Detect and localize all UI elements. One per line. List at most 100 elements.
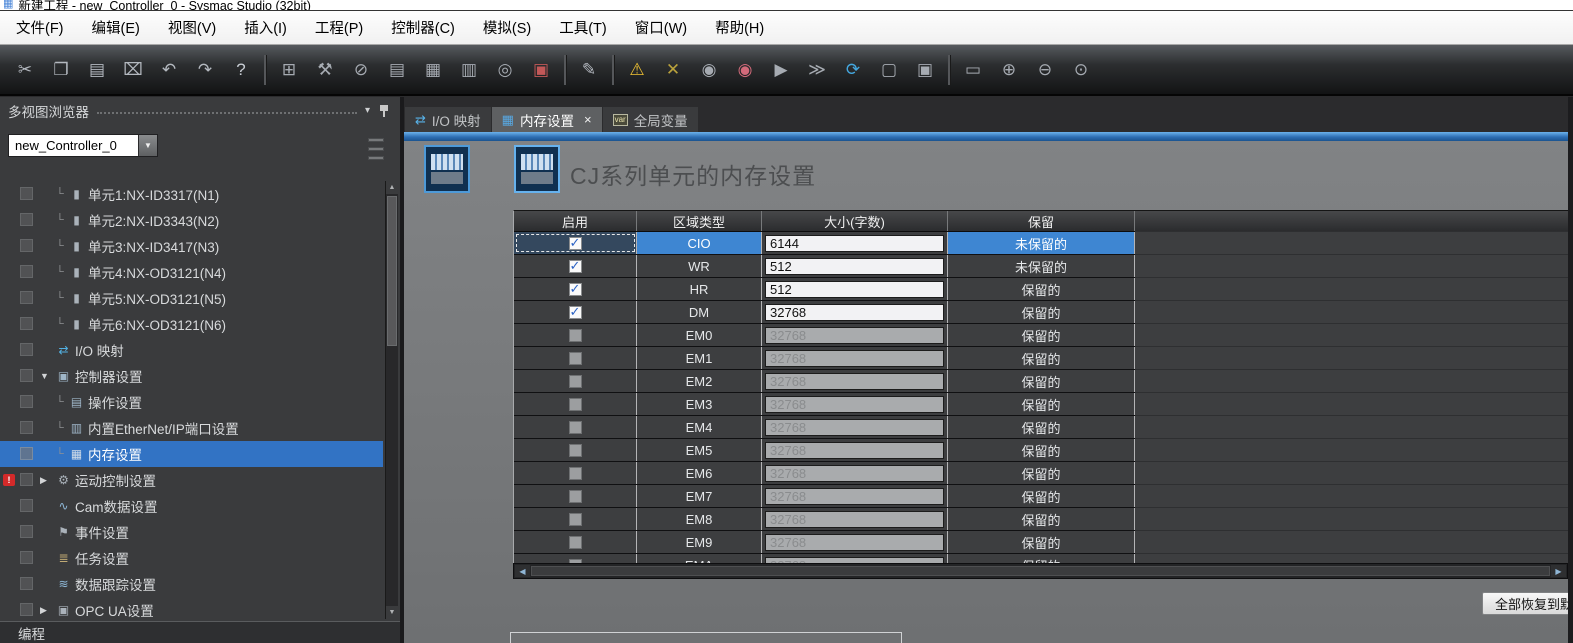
table-row[interactable]: EM1 保留的 <box>514 347 1568 370</box>
scroll-up-icon[interactable]: ▲ <box>386 181 398 194</box>
enable-cell[interactable] <box>514 462 637 484</box>
enable-cell[interactable] <box>514 278 637 300</box>
toolbar-button[interactable]: ⊙ <box>1068 57 1094 83</box>
tab-memory-settings[interactable]: ▦ 内存设置 × <box>492 107 602 132</box>
enable-checkbox[interactable] <box>569 306 582 319</box>
tree-item[interactable]: ! └ ▦ 内存设置 <box>0 441 383 467</box>
tree-item[interactable]: ! └ ▤ 操作设置 <box>0 389 383 415</box>
size-input[interactable] <box>765 396 944 413</box>
size-input[interactable] <box>765 465 944 482</box>
menu-item[interactable]: 模拟(S) <box>469 11 545 44</box>
table-horizontal-scrollbar[interactable]: ◀ ▶ <box>513 563 1568 579</box>
tree-item[interactable]: ! └ ▮ 单元1:NX-ID3317(N1) <box>0 181 383 207</box>
panel-grip[interactable] <box>368 134 384 172</box>
enable-cell[interactable] <box>514 232 637 254</box>
size-input[interactable] <box>765 350 944 367</box>
tab-io-map[interactable]: ⇄ I/O 映射 <box>405 107 491 132</box>
size-input[interactable] <box>765 235 944 252</box>
toolbar-button[interactable]: ▣ <box>912 57 938 83</box>
tree-item[interactable]: ! ▶ └ ▣ OPC UA设置 <box>0 597 383 620</box>
tree-item[interactable]: ! └ ▮ 单元4:NX-OD3121(N4) <box>0 259 383 285</box>
panel-menu-icon[interactable]: ▾ <box>365 105 370 116</box>
enable-checkbox[interactable] <box>569 375 582 388</box>
scrollbar-thumb[interactable] <box>531 566 1550 576</box>
enable-cell[interactable] <box>514 439 637 461</box>
tree-item[interactable]: ! └ ∿ Cam数据设置 <box>0 493 383 519</box>
programming-section-bar[interactable]: 编程 <box>0 621 400 643</box>
toolbar-button[interactable]: ✂ <box>12 57 38 83</box>
table-row[interactable]: EM8 保留的 <box>514 508 1568 531</box>
tree-item[interactable]: ! └ ▮ 单元6:NX-OD3121(N6) <box>0 311 383 337</box>
enable-cell[interactable] <box>514 416 637 438</box>
menu-item[interactable]: 窗口(W) <box>621 11 701 44</box>
toolbar-button[interactable]: ⚒ <box>312 57 338 83</box>
toolbar-button[interactable]: ▣ <box>528 57 554 83</box>
tree-item[interactable]: ! └ ▮ 单元2:NX-ID3343(N2) <box>0 207 383 233</box>
enable-checkbox[interactable] <box>569 513 582 526</box>
menu-item[interactable]: 文件(F) <box>2 11 78 44</box>
table-row[interactable]: EM0 保留的 <box>514 324 1568 347</box>
tree-item[interactable]: ! ▼ └ ▣ 控制器设置 <box>0 363 383 389</box>
size-input[interactable] <box>765 327 944 344</box>
menu-item[interactable]: 帮助(H) <box>701 11 778 44</box>
chevron-right-icon[interactable]: ▶ <box>40 605 55 616</box>
enable-checkbox[interactable] <box>569 260 582 273</box>
table-row[interactable]: EM4 保留的 <box>514 416 1568 439</box>
scrollbar-thumb[interactable] <box>387 196 397 346</box>
chevron-down-icon[interactable]: ▼ <box>138 135 157 156</box>
toolbar-button[interactable]: ▢ <box>876 57 902 83</box>
table-row[interactable]: EM2 保留的 <box>514 370 1568 393</box>
tree-item[interactable]: ! └ ⚑ 事件设置 <box>0 519 383 545</box>
pin-icon[interactable] <box>378 104 390 118</box>
enable-checkbox[interactable] <box>569 490 582 503</box>
toolbar-button[interactable]: ⊖ <box>1032 57 1058 83</box>
enable-checkbox[interactable] <box>569 237 582 250</box>
size-input[interactable] <box>765 442 944 459</box>
enable-checkbox[interactable] <box>569 329 582 342</box>
toolbar-button[interactable]: ▤ <box>384 57 410 83</box>
title-bar[interactable]: ▦ 新建工程 - new_Controller_0 - Sysmac Studi… <box>0 0 1573 11</box>
toolbar-button[interactable]: ↷ <box>192 57 218 83</box>
enable-cell[interactable] <box>514 531 637 553</box>
controller-select-dropdown[interactable]: new_Controller_0 ▼ <box>8 134 158 157</box>
enable-cell[interactable] <box>514 393 637 415</box>
toolbar-button[interactable]: ⊞ <box>276 57 302 83</box>
tree-item[interactable]: ! └ ▮ 单元3:NX-ID3417(N3) <box>0 233 383 259</box>
toolbar-button[interactable]: ⊘ <box>348 57 374 83</box>
enable-checkbox[interactable] <box>569 421 582 434</box>
enable-checkbox[interactable] <box>569 444 582 457</box>
enable-cell[interactable] <box>514 347 637 369</box>
close-icon[interactable]: × <box>584 112 592 127</box>
enable-checkbox[interactable] <box>569 398 582 411</box>
enable-cell[interactable] <box>514 370 637 392</box>
table-row[interactable]: EM5 保留的 <box>514 439 1568 462</box>
toolbar-button[interactable]: ⊕ <box>996 57 1022 83</box>
toolbar-button[interactable]: ? <box>228 57 254 83</box>
enable-cell[interactable] <box>514 301 637 323</box>
tree-item[interactable]: ! └ ▮ 单元5:NX-OD3121(N5) <box>0 285 383 311</box>
size-input[interactable] <box>765 281 944 298</box>
toolbar-button[interactable]: ⚠ <box>624 57 650 83</box>
toolbar-button[interactable]: ▶ <box>768 57 794 83</box>
scroll-left-icon[interactable]: ◀ <box>515 565 530 577</box>
tree-item[interactable]: ! └ ≣ 任务设置 <box>0 545 383 571</box>
menu-item[interactable]: 视图(V) <box>154 11 230 44</box>
menu-item[interactable]: 控制器(C) <box>377 11 469 44</box>
tree-item[interactable]: ! ▶ └ ⚙ 运动控制设置 <box>0 467 383 493</box>
table-row[interactable]: CIO 未保留的 <box>514 232 1568 255</box>
table-row[interactable]: EM6 保留的 <box>514 462 1568 485</box>
size-input[interactable] <box>765 258 944 275</box>
tree-vertical-scrollbar[interactable]: ▲ ▼ <box>385 181 398 619</box>
scroll-right-icon[interactable]: ▶ <box>1551 565 1566 577</box>
chevron-down-icon[interactable]: ▼ <box>40 371 55 381</box>
toolbar-button[interactable]: ▥ <box>456 57 482 83</box>
toolbar-button[interactable]: ⟳ <box>840 57 866 83</box>
toolbar-button[interactable]: ◎ <box>492 57 518 83</box>
table-row[interactable]: WR 未保留的 <box>514 255 1568 278</box>
enable-checkbox[interactable] <box>569 467 582 480</box>
chevron-right-icon[interactable]: ▶ <box>40 475 55 486</box>
toolbar-button[interactable]: ◉ <box>696 57 722 83</box>
enable-checkbox[interactable] <box>569 536 582 549</box>
toolbar-button[interactable]: ↶ <box>156 57 182 83</box>
size-input[interactable] <box>765 419 944 436</box>
